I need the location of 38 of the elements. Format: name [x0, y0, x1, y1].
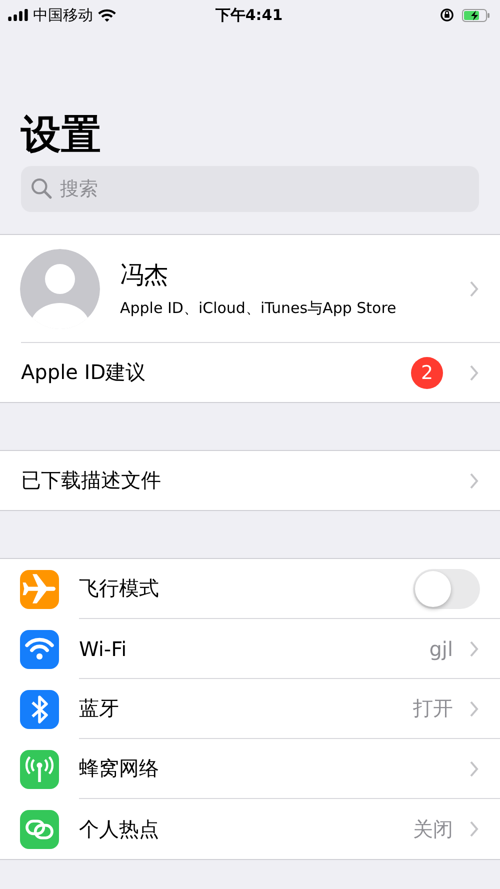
- chevron-icon: [469, 820, 479, 838]
- row-label: 蜂窝网络: [79, 755, 160, 782]
- row-value: 关闭: [413, 816, 453, 842]
- carrier-name: 中国移动: [33, 6, 93, 24]
- row-label: Wi-Fi: [79, 636, 128, 660]
- battery-charging-icon: [462, 8, 490, 22]
- chevron-icon: [469, 364, 479, 382]
- profile-row[interactable]: 冯杰 Apple ID、iCloud、iTunes与App Store: [0, 235, 500, 342]
- avatar-icon: [20, 248, 100, 328]
- rotation-lock-icon: [440, 8, 454, 22]
- row-label: 飞行模式: [79, 575, 160, 602]
- row-label: 已下载描述文件: [21, 467, 162, 494]
- settings-row[interactable]: 个人热点 关闭: [0, 799, 500, 859]
- profile-subtitle: Apple ID、iCloud、iTunes与App Store: [120, 299, 398, 318]
- clock-time: 下午4:41: [215, 6, 283, 24]
- settings-row[interactable]: 蓝牙 打开: [0, 679, 500, 739]
- search-field[interactable]: 搜索: [21, 166, 479, 212]
- chevron-icon: [469, 280, 479, 298]
- row-label: 个人热点: [79, 816, 160, 842]
- signal-icon: [8, 9, 28, 21]
- row-value: gjl: [429, 636, 453, 660]
- toggle-switch[interactable]: [413, 568, 480, 608]
- chevron-icon: [469, 640, 479, 658]
- row-label: 蓝牙: [79, 695, 120, 722]
- page-title: 设置: [20, 111, 102, 160]
- chevron-icon: [469, 760, 479, 778]
- settings-row[interactable]: 蜂窝网络: [0, 739, 500, 799]
- profiles-row[interactable]: 已下载描述文件: [0, 451, 500, 510]
- settings-row[interactable]: Wi-Fi gjl: [0, 619, 500, 679]
- row-label: Apple ID建议: [21, 359, 147, 386]
- settings-row[interactable]: 飞行模式: [0, 559, 500, 619]
- chevron-icon: [469, 472, 479, 490]
- profile-name: 冯杰: [120, 260, 169, 291]
- suggestion-row[interactable]: Apple ID建议 2: [21, 342, 500, 402]
- chevron-icon: [469, 700, 479, 718]
- wifi-icon: [98, 8, 116, 22]
- notification-badge: 2: [411, 356, 443, 388]
- row-value: 打开: [413, 695, 453, 722]
